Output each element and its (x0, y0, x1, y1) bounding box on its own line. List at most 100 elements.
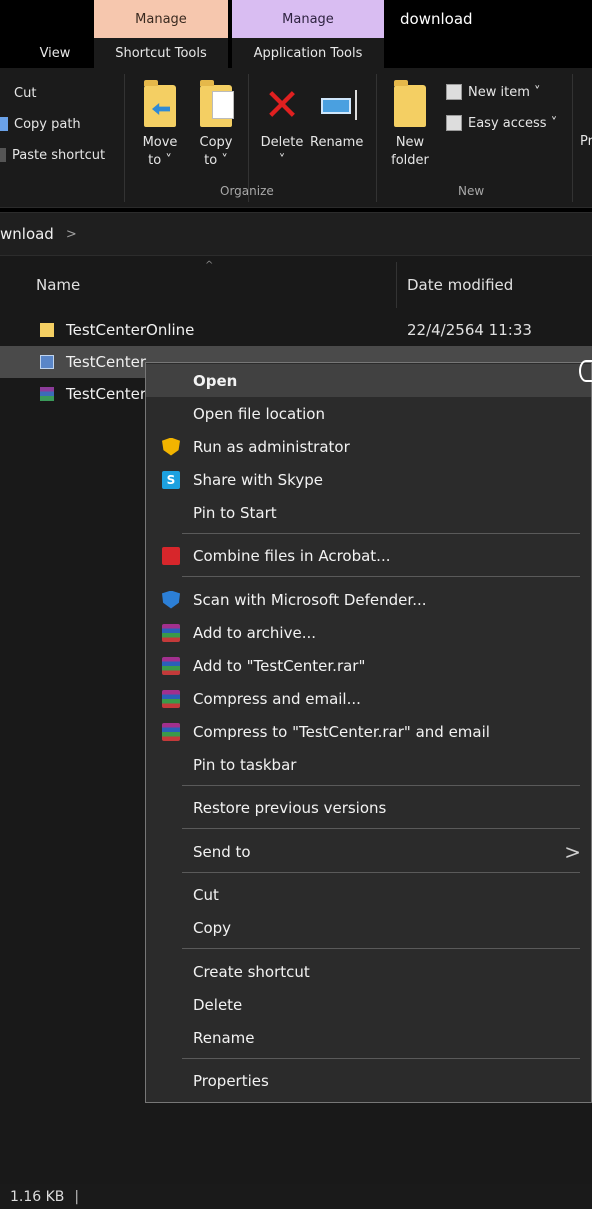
menu-item-create-shortcut[interactable]: Create shortcut (146, 955, 591, 988)
menu-item-combine-in-acrobat[interactable]: Combine files in Acrobat... (146, 539, 591, 572)
menu-item-add-to-archive[interactable]: Add to archive... (146, 616, 591, 649)
menu-item-label: Share with Skype (193, 470, 323, 489)
sort-caret-icon: ^ (205, 260, 214, 271)
menu-item-add-to-rar[interactable]: Add to "TestCenter.rar" (146, 649, 591, 682)
menu-item-compress-and-email[interactable]: Compress and email... (146, 682, 591, 715)
status-selected-size: 1.16 KB (10, 1188, 65, 1205)
menu-item-label: Open file location (193, 404, 325, 423)
delete-label: Delete (260, 135, 304, 150)
ribbon-divider (376, 74, 377, 202)
cut-button[interactable]: Cut (0, 80, 36, 106)
uac-shield-icon (162, 437, 180, 456)
easy-access-button[interactable]: Easy access ˅ (446, 111, 557, 135)
breadcrumb-chevron-icon[interactable]: > (66, 227, 77, 242)
breadcrumb-download[interactable]: wnload (0, 225, 54, 243)
menu-item-label: Create shortcut (193, 962, 310, 981)
delete-x-icon: ✕ (263, 80, 301, 131)
new-folder-label-2: folder (391, 153, 429, 168)
address-bar[interactable]: wnload > (0, 212, 592, 256)
menu-item-label: Scan with Microsoft Defender... (193, 590, 427, 609)
menu-item-send-to[interactable]: Send to > (146, 835, 591, 868)
menu-separator (182, 1058, 580, 1059)
paste-shortcut-button[interactable]: Paste shortcut (0, 142, 105, 168)
new-item-button[interactable]: New item ˅ (446, 80, 541, 104)
menu-item-run-as-administrator[interactable]: Run as administrator (146, 430, 591, 463)
menu-item-open-file-location[interactable]: Open file location (146, 397, 591, 430)
rename-label: Rename (310, 135, 364, 150)
menu-item-label: Cut (193, 885, 219, 904)
properties-button-partial[interactable]: Pr (580, 134, 592, 149)
tab-view[interactable]: View (20, 38, 90, 68)
menu-item-cut[interactable]: Cut (146, 878, 591, 911)
menu-item-delete[interactable]: Delete (146, 988, 591, 1021)
menu-separator (182, 785, 580, 786)
menu-separator (182, 533, 580, 534)
organize-group-label: Organize (220, 184, 274, 198)
menu-item-scan-with-defender[interactable]: Scan with Microsoft Defender... (146, 583, 591, 616)
menu-item-label: Run as administrator (193, 437, 350, 456)
menu-item-label: Pin to Start (193, 503, 277, 522)
copy-path-button[interactable]: Copy path (0, 111, 81, 137)
copy-to-label-2: to ˅ (204, 153, 228, 168)
new-folder-icon (394, 80, 426, 127)
file-name: TestCenter (66, 385, 147, 403)
menu-item-restore-previous-versions[interactable]: Restore previous versions (146, 791, 591, 824)
menu-item-label: Add to archive... (193, 623, 316, 642)
new-item-label: New item ˅ (468, 84, 541, 100)
copy-to-label-1: Copy (199, 135, 233, 150)
winrar-icon (162, 722, 180, 741)
rename-button[interactable]: Rename (310, 78, 364, 152)
copy-to-button[interactable]: Copy to ˅ (190, 78, 242, 170)
tab-application-tools[interactable]: Application Tools (232, 38, 384, 68)
tab-shortcut-tools[interactable]: Shortcut Tools (94, 38, 228, 68)
menu-item-properties[interactable]: Properties (146, 1064, 591, 1097)
context-menu: Open Open file location Run as administr… (145, 362, 592, 1103)
skype-icon: S (162, 470, 180, 489)
column-divider[interactable] (396, 262, 397, 308)
menu-item-label: Compress to "TestCenter.rar" and email (193, 722, 490, 741)
column-header-date-modified[interactable]: Date modified (407, 276, 513, 294)
ribbon-divider (248, 74, 249, 202)
shortcut-app-icon (40, 355, 54, 369)
winrar-icon (162, 623, 180, 642)
window-title: download (400, 10, 473, 28)
menu-item-label: Compress and email... (193, 689, 361, 708)
menu-item-open[interactable]: Open (146, 364, 591, 397)
file-row[interactable]: TestCenterOnline 22/4/2564 11:33 (0, 314, 592, 346)
copy-path-icon (0, 117, 8, 131)
copy-folder-icon (200, 80, 234, 127)
menu-separator (182, 948, 580, 949)
file-date: 22/4/2564 11:33 (407, 321, 532, 339)
menu-item-label: Copy (193, 918, 232, 937)
menu-separator (182, 828, 580, 829)
cursor-edge-mark (579, 360, 592, 382)
menu-item-label: Add to "TestCenter.rar" (193, 656, 366, 675)
defender-icon (162, 590, 180, 609)
menu-item-pin-to-taskbar[interactable]: Pin to taskbar (146, 748, 591, 781)
acrobat-icon (162, 546, 180, 565)
menu-item-copy[interactable]: Copy (146, 911, 591, 944)
context-tab-manage-application[interactable]: Manage (232, 0, 384, 38)
delete-caret: ˅ (278, 153, 286, 168)
paste-shortcut-label: Paste shortcut (12, 147, 106, 163)
menu-item-label: Rename (193, 1028, 255, 1047)
status-bar: 1.16 KB | (0, 1184, 592, 1209)
new-folder-button[interactable]: New folder (384, 78, 436, 170)
new-group-label: New (458, 184, 485, 198)
menu-item-label: Delete (193, 995, 243, 1014)
context-tab-manage-shortcut[interactable]: Manage (94, 0, 228, 38)
menu-item-share-with-skype[interactable]: S Share with Skype (146, 463, 591, 496)
menu-item-pin-to-start[interactable]: Pin to Start (146, 496, 591, 529)
move-to-label-1: Move (142, 135, 178, 150)
move-to-label-2: to ˅ (148, 153, 172, 168)
status-divider: | (74, 1188, 80, 1205)
ribbon-divider (572, 74, 573, 202)
move-to-button[interactable]: Move to ˅ (134, 78, 186, 170)
menu-item-label: Send to (193, 842, 251, 861)
menu-item-compress-rar-and-email[interactable]: Compress to "TestCenter.rar" and email (146, 715, 591, 748)
delete-button[interactable]: ✕ Delete ˅ (256, 78, 308, 170)
menu-separator (182, 576, 580, 577)
column-header-name[interactable]: Name (36, 276, 80, 294)
menu-item-rename[interactable]: Rename (146, 1021, 591, 1054)
ribbon-divider (124, 74, 125, 202)
